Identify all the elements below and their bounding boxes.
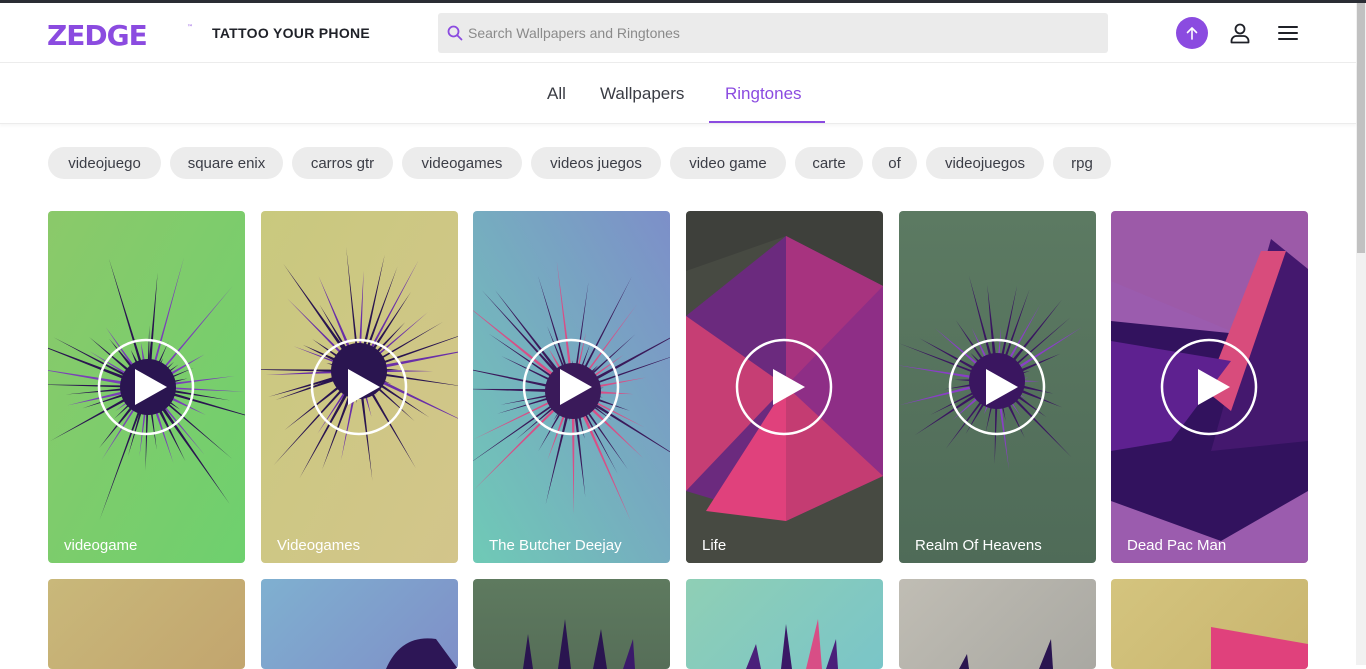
card-artwork bbox=[959, 639, 1053, 669]
ringtone-card[interactable] bbox=[899, 579, 1096, 669]
tab-all[interactable]: All bbox=[547, 84, 566, 104]
tag-chip[interactable]: videos juegos bbox=[531, 147, 661, 179]
ringtone-card[interactable]: Videogames bbox=[261, 211, 458, 563]
tag-chip[interactable]: videojuegos bbox=[926, 147, 1044, 179]
ringtone-card[interactable] bbox=[1111, 579, 1308, 669]
tag-chip[interactable]: rpg bbox=[1053, 147, 1111, 179]
ringtone-card[interactable]: The Butcher Deejay bbox=[473, 211, 670, 563]
upload-arrow-icon bbox=[1186, 27, 1198, 40]
tagline: TATTOO YOUR PHONE bbox=[212, 25, 371, 41]
ringtone-card[interactable]: Dead Pac Man bbox=[1111, 211, 1308, 563]
upload-button[interactable] bbox=[1176, 17, 1208, 49]
search-bar[interactable] bbox=[438, 13, 1108, 53]
search-icon bbox=[447, 25, 463, 41]
zedge-logo[interactable]: ZEDGE ™ bbox=[47, 21, 195, 47]
logo-text: ZEDGE bbox=[47, 21, 147, 47]
page-scrollbar[interactable] bbox=[1356, 3, 1366, 665]
svg-text:™: ™ bbox=[187, 24, 193, 31]
play-button-icon[interactable] bbox=[522, 338, 620, 436]
ringtone-card[interactable]: Life bbox=[686, 211, 883, 563]
search-input[interactable] bbox=[468, 13, 1088, 53]
scroll-thumb[interactable] bbox=[1357, 3, 1365, 253]
play-button-icon[interactable] bbox=[1160, 338, 1258, 436]
tag-chip[interactable]: videogames bbox=[402, 147, 522, 179]
card-title: Life bbox=[702, 537, 727, 554]
ringtone-card[interactable] bbox=[261, 579, 458, 669]
tag-chip[interactable]: of bbox=[872, 147, 917, 179]
card-title: The Butcher Deejay bbox=[489, 537, 622, 554]
content-tabs: All Wallpapers Ringtones bbox=[0, 64, 1356, 124]
user-icon[interactable] bbox=[1228, 21, 1252, 45]
hamburger-menu-icon[interactable] bbox=[1276, 21, 1300, 45]
play-button-icon[interactable] bbox=[97, 338, 195, 436]
site-header: ZEDGE ™ TATTOO YOUR PHONE bbox=[0, 3, 1356, 63]
card-artwork bbox=[746, 619, 838, 669]
tag-chip[interactable]: videojuego bbox=[48, 147, 161, 179]
card-title: Dead Pac Man bbox=[1127, 537, 1227, 554]
ringtone-card[interactable] bbox=[686, 579, 883, 669]
tag-chip[interactable]: carte bbox=[795, 147, 863, 179]
ringtone-card[interactable]: Realm Of Heavens bbox=[899, 211, 1096, 563]
tab-wallpapers[interactable]: Wallpapers bbox=[600, 84, 684, 104]
card-artwork bbox=[1211, 627, 1308, 669]
active-tab-indicator bbox=[709, 121, 825, 123]
tag-chip[interactable]: video game bbox=[670, 147, 786, 179]
play-button-icon[interactable] bbox=[735, 338, 833, 436]
tag-chip[interactable]: square enix bbox=[170, 147, 283, 179]
tag-chip[interactable]: carros gtr bbox=[292, 147, 393, 179]
ringtone-card[interactable] bbox=[48, 579, 245, 669]
ringtone-card[interactable]: videogame bbox=[48, 211, 245, 563]
card-artwork bbox=[386, 638, 458, 669]
tab-ringtones[interactable]: Ringtones bbox=[725, 84, 802, 104]
play-button-icon[interactable] bbox=[948, 338, 1046, 436]
ringtone-card[interactable] bbox=[473, 579, 670, 669]
card-artwork bbox=[523, 619, 635, 669]
card-title: Realm Of Heavens bbox=[915, 537, 1042, 554]
card-title: Videogames bbox=[277, 537, 361, 554]
play-button-icon[interactable] bbox=[310, 338, 408, 436]
card-title: videogame bbox=[64, 537, 138, 554]
